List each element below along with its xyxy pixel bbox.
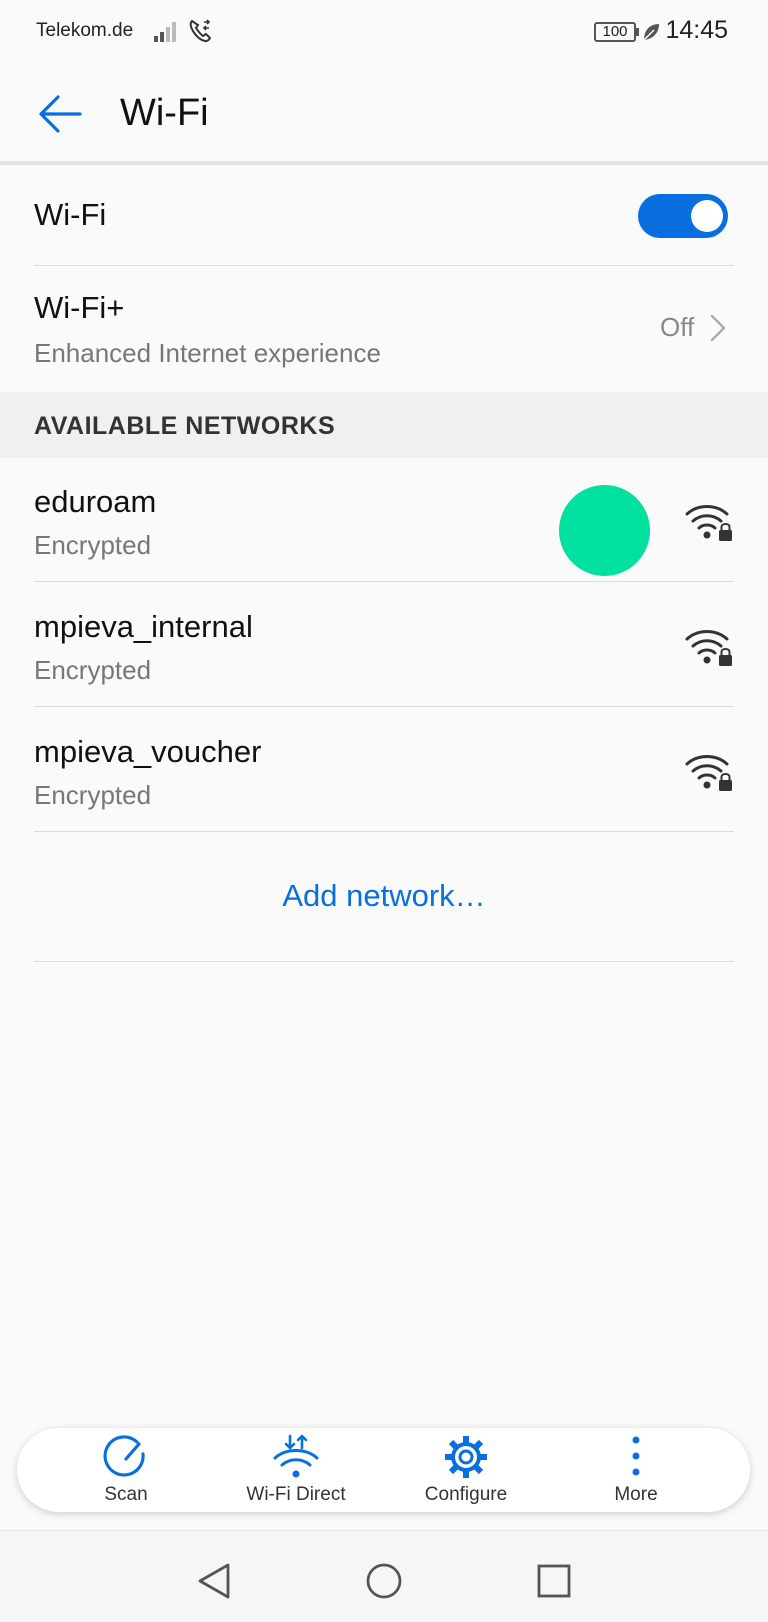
- wifi-toggle-switch[interactable]: [638, 194, 728, 238]
- network-status: Encrypted: [34, 780, 152, 810]
- circle-home-icon: [366, 1563, 402, 1599]
- available-networks-header: AVAILABLE NETWORKS: [0, 392, 768, 458]
- clock: 14:45: [665, 16, 728, 44]
- nav-back-button[interactable]: [190, 1557, 238, 1605]
- network-item-mpieva-internal[interactable]: mpieva_internal Encrypted: [0, 583, 768, 707]
- network-item-eduroam[interactable]: eduroam Encrypted: [0, 458, 768, 582]
- more-button[interactable]: More: [551, 1428, 721, 1512]
- scan-button[interactable]: Scan: [41, 1428, 211, 1512]
- configure-label: Configure: [424, 1484, 508, 1505]
- wifi-calling-icon: [188, 18, 216, 49]
- signal-strength-icon: [154, 20, 180, 47]
- add-network-label: Add network…: [282, 878, 486, 913]
- more-label: More: [614, 1484, 658, 1505]
- network-name: eduroam: [34, 484, 157, 519]
- network-name: mpieva_voucher: [34, 734, 262, 769]
- divider: [34, 706, 734, 707]
- network-status: Encrypted: [34, 530, 152, 560]
- app-header: Wi-Fi: [0, 66, 768, 162]
- section-title: AVAILABLE NETWORKS: [34, 412, 336, 440]
- wifi-direct-icon: [272, 1434, 320, 1485]
- battery-indicator: 100: [594, 22, 636, 42]
- wifi-direct-label: Wi-Fi Direct: [246, 1484, 346, 1505]
- chevron-right-icon: [710, 314, 726, 347]
- status-bar: Telekom.de 100 14:45: [0, 0, 768, 66]
- more-vertical-icon: [626, 1434, 646, 1485]
- wifi-direct-button[interactable]: Wi-Fi Direct: [211, 1428, 381, 1512]
- wifi-lock-icon: [684, 752, 734, 797]
- triangle-back-icon: [198, 1563, 230, 1599]
- network-status: Encrypted: [34, 655, 152, 685]
- wifi-toggle-label: Wi-Fi: [34, 197, 107, 232]
- wifi-lock-icon: [684, 502, 734, 547]
- nav-recents-button[interactable]: [530, 1557, 578, 1605]
- network-name: mpieva_internal: [34, 609, 253, 644]
- configure-button[interactable]: Configure: [381, 1428, 551, 1512]
- wifi-plus-subtitle: Enhanced Internet experience: [34, 338, 381, 368]
- divider: [34, 581, 734, 582]
- back-button[interactable]: [30, 88, 90, 140]
- add-network-button[interactable]: Add network…: [0, 834, 768, 962]
- square-recents-icon: [537, 1564, 571, 1598]
- toggle-knob: [691, 200, 723, 232]
- scan-icon: [103, 1434, 149, 1485]
- arrow-left-icon: [39, 95, 82, 133]
- wifi-plus-title: Wi-Fi+: [34, 290, 125, 325]
- nav-home-button[interactable]: [360, 1557, 408, 1605]
- page-title: Wi-Fi: [120, 92, 209, 134]
- leaf-icon: [642, 22, 660, 47]
- network-item-mpieva-voucher[interactable]: mpieva_voucher Encrypted: [0, 708, 768, 832]
- carrier-name: Telekom.de: [36, 20, 134, 41]
- gear-icon: [443, 1434, 489, 1485]
- battery-nub: [636, 28, 639, 36]
- wifi-plus-row[interactable]: Wi-Fi+ Enhanced Internet experience: [0, 266, 768, 392]
- touch-indicator: [559, 485, 650, 576]
- system-navigation-bar: [0, 1530, 768, 1622]
- divider: [34, 831, 734, 832]
- wifi-lock-icon: [684, 627, 734, 672]
- bottom-toolbar: Scan Wi-Fi Direct Configure More: [17, 1428, 750, 1512]
- scan-label: Scan: [104, 1484, 148, 1505]
- divider: [34, 961, 734, 962]
- wifi-plus-value: Off: [660, 312, 695, 342]
